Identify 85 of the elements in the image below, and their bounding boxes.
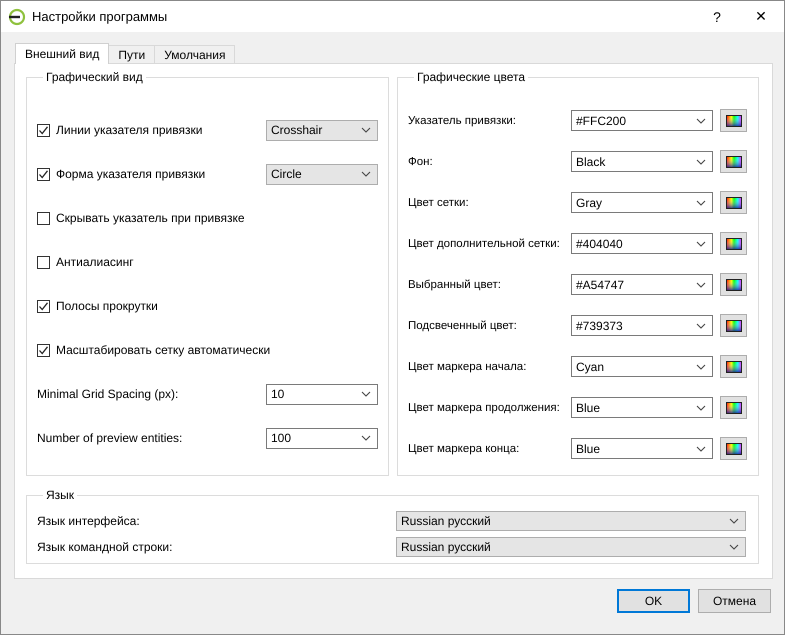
checkbox[interactable] — [37, 168, 50, 180]
chevron-down-icon — [696, 118, 706, 124]
checkbox[interactable] — [37, 344, 50, 356]
field-label: Number of preview entities: — [37, 431, 182, 445]
dialog-button[interactable]: Отмена — [698, 589, 771, 613]
color-picker-button[interactable] — [720, 396, 747, 419]
tab[interactable]: Умолчания — [154, 45, 236, 63]
checkbox[interactable] — [37, 256, 50, 268]
checkbox[interactable] — [37, 212, 50, 224]
color-picker-button[interactable] — [720, 232, 747, 255]
chevron-down-icon — [696, 446, 706, 452]
language-dropdown[interactable]: Russian русский — [396, 511, 746, 531]
color-dropdown[interactable]: Cyan — [571, 356, 713, 377]
color-picker-button[interactable] — [720, 437, 747, 460]
chevron-down-icon — [361, 391, 371, 397]
chevron-down-icon — [729, 518, 739, 524]
language-dropdown[interactable]: Russian русский — [396, 537, 746, 557]
dropdown[interactable]: 100 — [266, 428, 378, 448]
color-dropdown[interactable]: #A54747 — [571, 274, 713, 295]
tab[interactable]: Пути — [108, 45, 156, 63]
color-palette-icon — [726, 320, 742, 332]
field-label: Язык командной строки: — [37, 540, 174, 554]
color-palette-icon — [726, 402, 742, 414]
color-picker-button[interactable] — [720, 355, 747, 378]
field-label: Фон: — [408, 156, 433, 168]
color-palette-icon — [726, 278, 742, 290]
field-label: Подсвеченный цвет: — [408, 320, 517, 332]
dropdown[interactable]: Circle — [266, 164, 378, 184]
window-title: Настройки программы — [32, 9, 168, 24]
checkbox-label: Антиалиасинг — [56, 255, 134, 269]
checkbox-label: Линии указателя привязки — [56, 123, 202, 137]
chevron-down-icon — [361, 127, 371, 133]
chevron-down-icon — [696, 364, 706, 370]
group-title: Графический вид — [45, 70, 144, 84]
color-picker-button[interactable] — [720, 150, 747, 173]
chevron-down-icon — [361, 171, 371, 177]
dropdown[interactable]: 10 — [266, 384, 378, 404]
field-label: Указатель привязки: — [408, 114, 516, 126]
checkbox[interactable] — [37, 124, 50, 136]
color-dropdown[interactable]: Black — [571, 151, 713, 172]
checkbox[interactable] — [37, 300, 50, 312]
chevron-down-icon — [696, 200, 706, 206]
field-label: Minimal Grid Spacing (px): — [37, 387, 178, 401]
color-palette-icon — [726, 196, 742, 208]
chevron-down-icon — [696, 404, 706, 410]
chevron-down-icon — [696, 322, 706, 328]
color-picker-button[interactable] — [720, 273, 747, 296]
color-dropdown[interactable]: #404040 — [571, 233, 713, 254]
checkbox-label: Форма указателя привязки — [56, 167, 206, 181]
chevron-down-icon — [729, 544, 739, 550]
group-title: Язык — [45, 488, 76, 502]
color-palette-icon — [726, 360, 742, 372]
color-palette-icon — [726, 238, 742, 250]
color-dropdown[interactable]: Blue — [571, 438, 713, 459]
color-dropdown[interactable]: Blue — [571, 397, 713, 418]
app-logo-icon — [8, 8, 26, 26]
dialog-button[interactable]: OK — [617, 589, 690, 613]
group-title: Графические цвета — [416, 70, 526, 84]
field-label: Цвет сетки: — [408, 196, 469, 208]
chevron-down-icon — [696, 158, 706, 164]
checkbox-label: Скрывать указатель при привязке — [56, 211, 245, 225]
color-picker-button[interactable] — [720, 109, 747, 132]
field-label: Цвет маркера начала: — [408, 360, 526, 372]
field-label: Выбранный цвет: — [408, 278, 501, 290]
field-label: Цвет маркера конца: — [408, 442, 520, 454]
chevron-down-icon — [361, 435, 371, 441]
checkbox-label: Масштабировать сетку автоматически — [56, 343, 270, 357]
field-label: Цвет маркера продолжения: — [408, 402, 560, 414]
color-dropdown[interactable]: #FFC200 — [571, 110, 713, 131]
checkbox-label: Полосы прокрутки — [56, 299, 158, 313]
chevron-down-icon — [696, 240, 706, 246]
color-dropdown[interactable]: Gray — [571, 192, 713, 213]
field-label: Цвет дополнительной сетки: — [408, 238, 560, 250]
color-picker-button[interactable] — [720, 314, 747, 337]
color-palette-icon — [726, 442, 742, 454]
close-button[interactable]: ✕ — [740, 1, 782, 32]
dropdown[interactable]: Crosshair — [266, 120, 378, 140]
color-palette-icon — [726, 156, 742, 168]
color-picker-button[interactable] — [720, 191, 747, 214]
tab[interactable]: Внешний вид — [15, 43, 110, 64]
field-label: Язык интерфейса: — [37, 514, 141, 528]
help-button[interactable]: ? — [696, 1, 738, 32]
chevron-down-icon — [696, 282, 706, 288]
color-dropdown[interactable]: #739373 — [571, 315, 713, 336]
color-palette-icon — [726, 114, 742, 126]
